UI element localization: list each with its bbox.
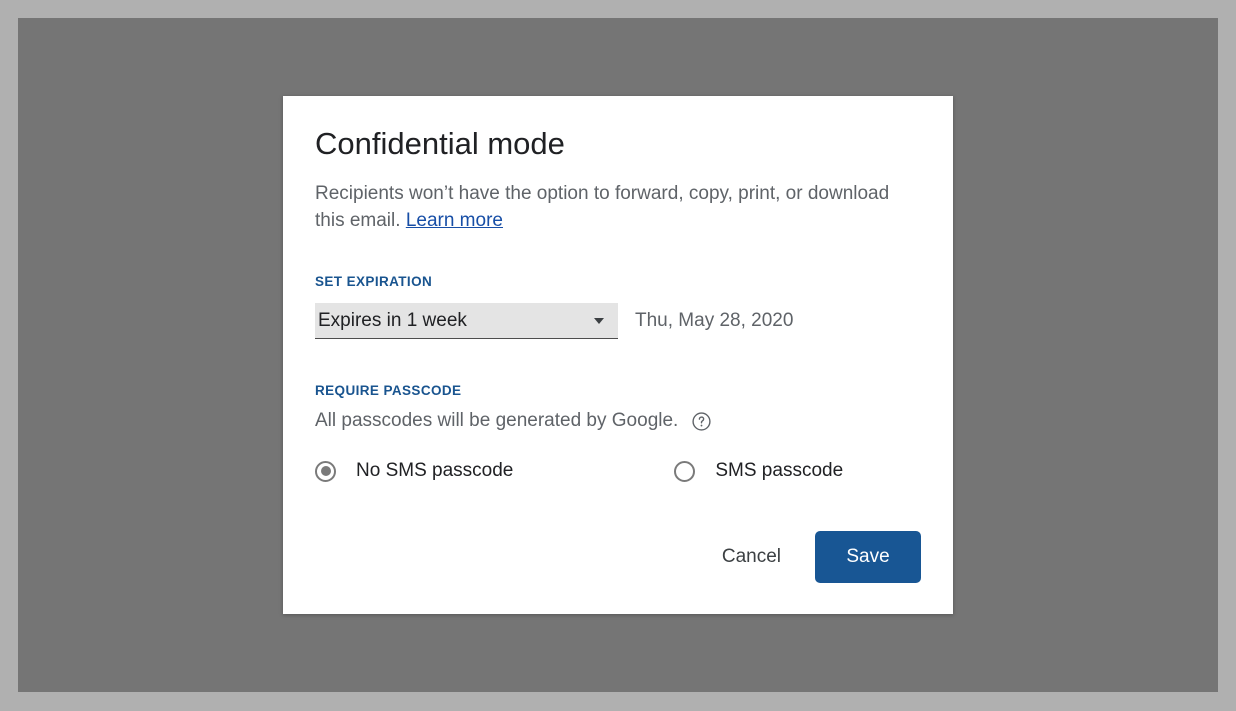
passcode-note-text: All passcodes will be generated by Googl…	[315, 410, 679, 431]
radio-selected-icon	[315, 460, 336, 482]
chevron-down-icon	[594, 317, 604, 324]
page-root: Confidential mode Recipients won’t have …	[0, 0, 1236, 711]
radio-label-no-sms-passcode: No SMS passcode	[356, 460, 514, 481]
passcode-radio-group: No SMS passcode SMS passcode	[315, 460, 921, 482]
radio-option-no-sms-passcode[interactable]: No SMS passcode	[315, 460, 513, 482]
radio-dot	[320, 466, 331, 476]
radio-option-sms-passcode[interactable]: SMS passcode	[674, 460, 843, 482]
expiration-row: Expires in 1 week Thu, May 28, 2020	[315, 303, 921, 339]
expiration-select-value: Expires in 1 week	[318, 309, 467, 331]
require-passcode-label: REQUIRE PASSCODE	[315, 383, 462, 398]
dialog-description: Recipients won’t have the option to forw…	[315, 180, 915, 234]
save-button[interactable]: Save	[815, 531, 921, 583]
expiration-select[interactable]: Expires in 1 week	[315, 303, 618, 339]
cancel-button[interactable]: Cancel	[706, 536, 797, 578]
dialog-description-text: Recipients won’t have the option to forw…	[315, 183, 890, 231]
learn-more-link[interactable]: Learn more	[406, 210, 503, 231]
set-expiration-label: SET EXPIRATION	[315, 274, 433, 289]
help-circle-icon[interactable]	[691, 411, 712, 432]
expiration-date: Thu, May 28, 2020	[635, 310, 794, 331]
radio-label-sms-passcode: SMS passcode	[715, 460, 844, 481]
passcode-note-row: All passcodes will be generated by Googl…	[315, 410, 921, 432]
dialog-actions: Cancel Save	[706, 531, 921, 583]
confidential-mode-dialog: Confidential mode Recipients won’t have …	[283, 96, 953, 614]
dialog-body: Confidential mode Recipients won’t have …	[283, 96, 953, 482]
dialog-title: Confidential mode	[315, 126, 565, 161]
radio-unselected-icon	[674, 460, 696, 482]
